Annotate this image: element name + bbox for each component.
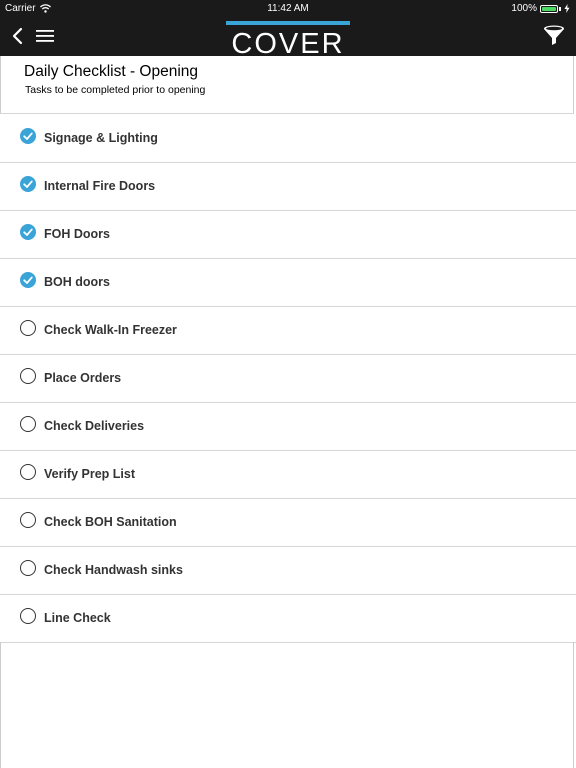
checkbox-unchecked-icon[interactable] [20, 512, 36, 528]
checklist-item-label: Check BOH Sanitation [44, 515, 177, 529]
logo-text: COVER [231, 28, 344, 55]
checklist-item-label: Line Check [44, 611, 111, 625]
checklist-item[interactable]: BOH doors [0, 259, 576, 307]
checklist-item-label: FOH Doors [44, 227, 110, 241]
checkbox-unchecked-icon[interactable] [20, 560, 36, 576]
checklist-item-label: Internal Fire Doors [44, 179, 156, 193]
checklist-item[interactable]: Check Deliveries [0, 403, 576, 451]
checklist-item[interactable]: Place Orders [0, 355, 576, 403]
battery-percent: 100% [511, 3, 537, 14]
menu-icon[interactable] [36, 28, 54, 44]
status-time: 11:42 AM [267, 3, 309, 14]
checklist-item[interactable]: FOH Doors [0, 211, 576, 259]
checklist-header: Daily Checklist - Opening Tasks to be co… [0, 56, 574, 114]
checklist-item-label: BOH doors [44, 275, 110, 289]
cover-logo: COVER [226, 21, 350, 55]
back-chevron-icon[interactable] [8, 26, 28, 46]
empty-area [0, 642, 574, 768]
checkbox-checked-icon[interactable] [20, 272, 36, 288]
battery-icon [540, 4, 558, 13]
checklist-item-label: Verify Prep List [44, 467, 136, 481]
checklist-item[interactable]: Signage & Lighting [0, 115, 576, 163]
checkbox-unchecked-icon[interactable] [20, 368, 36, 384]
checklist-item-label: Place Orders [44, 371, 122, 385]
checklist-item-label: Check Handwash sinks [44, 563, 183, 577]
checklist-item[interactable]: Check BOH Sanitation [0, 499, 576, 547]
battery-indicator: 100% [511, 3, 570, 14]
checkbox-unchecked-icon[interactable] [20, 464, 36, 480]
filter-funnel-icon[interactable] [542, 24, 566, 48]
checklist-item[interactable]: Check Handwash sinks [0, 547, 576, 595]
page-title: Daily Checklist - Opening [24, 63, 199, 80]
charging-bolt-icon [564, 4, 570, 13]
checklist-item[interactable]: Internal Fire Doors [0, 163, 576, 211]
checklist-item[interactable]: Line Check [0, 595, 576, 643]
checkbox-unchecked-icon[interactable] [20, 608, 36, 624]
checkbox-checked-icon[interactable] [20, 224, 36, 240]
page-subtitle: Tasks to be completed prior to opening [25, 84, 206, 96]
checkbox-unchecked-icon[interactable] [20, 320, 36, 336]
status-bar: Carrier 11:42 AM 100% [0, 0, 576, 16]
battery-level [542, 6, 556, 11]
checkbox-unchecked-icon[interactable] [20, 416, 36, 432]
checklist-item[interactable]: Verify Prep List [0, 451, 576, 499]
checklist-item[interactable]: Check Walk-In Freezer [0, 307, 576, 355]
checklist-item-label: Signage & Lighting [44, 131, 158, 145]
checklist: Signage & Lighting Internal Fire Doors FOH… [0, 115, 576, 643]
checkbox-checked-icon[interactable] [20, 128, 36, 144]
checklist-item-label: Check Walk-In Freezer [44, 323, 177, 337]
checklist-item-label: Check Deliveries [44, 419, 145, 433]
top-navigation-bar: Carrier 11:42 AM 100% COVER [0, 0, 576, 56]
battery-nub [559, 6, 561, 11]
checkbox-checked-icon[interactable] [20, 176, 36, 192]
